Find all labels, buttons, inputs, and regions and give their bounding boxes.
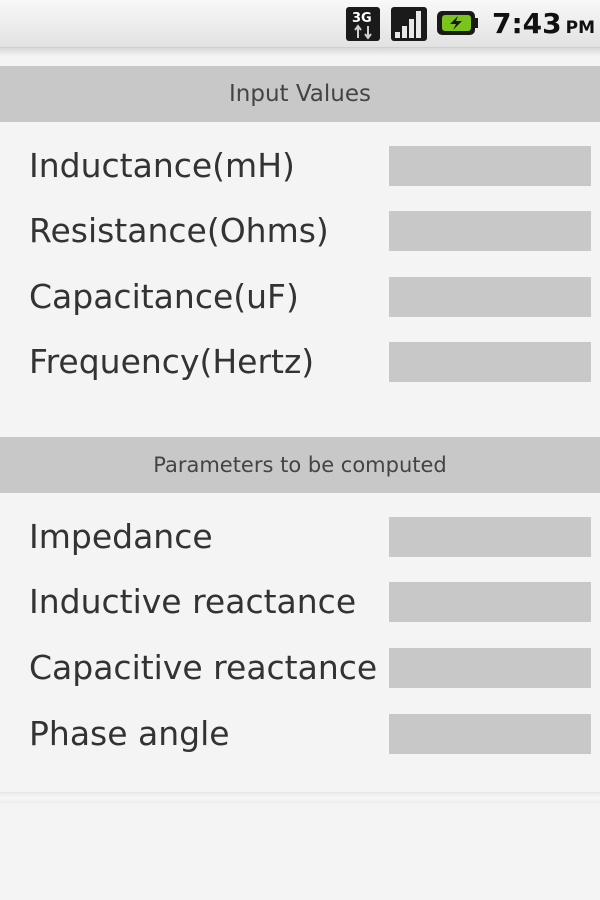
status-bar-shadow	[0, 48, 600, 56]
clock-ampm: PM	[565, 18, 596, 38]
battery-charging-icon	[437, 11, 478, 35]
resistance-input[interactable]	[389, 211, 591, 251]
frequency-input[interactable]	[389, 342, 591, 382]
inductive-reactance-label: Inductive reactance	[29, 582, 357, 621]
svg-text:3G: 3G	[352, 11, 372, 26]
clock-time: 7:43	[492, 7, 562, 40]
resistance-label: Resistance(Ohms)	[29, 211, 329, 250]
inductance-row: Inductance(mH)	[0, 146, 600, 186]
phase-angle-label: Phase angle	[29, 714, 230, 753]
status-clock: 7:43 PM	[492, 5, 595, 43]
inductance-input[interactable]	[389, 146, 591, 186]
inductance-label: Inductance(mH)	[29, 146, 295, 185]
computed-parameters-header: Parameters to be computed	[0, 437, 600, 493]
phase-angle-output[interactable]	[389, 714, 591, 754]
input-values-header: Input Values	[0, 66, 600, 122]
resistance-row: Resistance(Ohms)	[0, 211, 600, 251]
impedance-output[interactable]	[389, 517, 591, 557]
signal-strength-icon	[391, 7, 427, 41]
status-bar: 3G 7:43 PM	[0, 0, 600, 48]
impedance-row: Impedance	[0, 517, 600, 557]
impedance-label: Impedance	[29, 517, 213, 556]
3g-data-icon: 3G	[346, 7, 380, 41]
phase-angle-row: Phase angle	[0, 714, 600, 754]
frequency-row: Frequency(Hertz)	[0, 342, 600, 382]
capacitance-label: Capacitance(uF)	[29, 277, 299, 316]
capacitive-reactance-row: Capacitive reactance	[0, 648, 600, 688]
capacitive-reactance-label: Capacitive reactance	[29, 648, 378, 687]
capacitance-row: Capacitance(uF)	[0, 277, 600, 317]
frequency-label: Frequency(Hertz)	[29, 342, 315, 381]
capacitive-reactance-output[interactable]	[389, 648, 591, 688]
inductive-reactance-output[interactable]	[389, 582, 591, 622]
inductive-reactance-row: Inductive reactance	[0, 582, 600, 622]
capacitance-input[interactable]	[389, 277, 591, 317]
bottom-divider	[0, 792, 600, 803]
